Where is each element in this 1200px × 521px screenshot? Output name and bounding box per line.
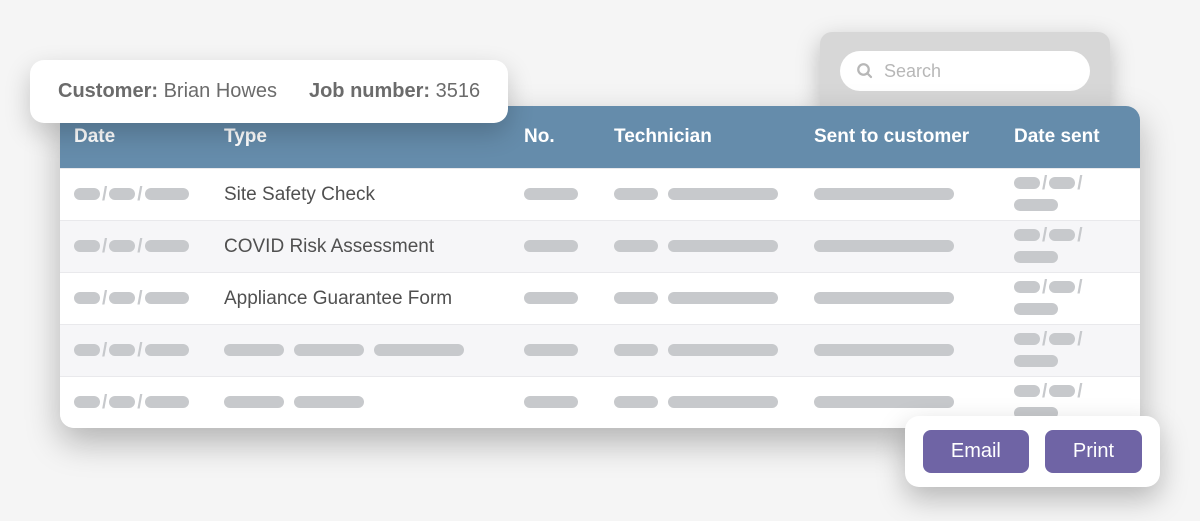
cell-date: // xyxy=(60,288,210,310)
job-number-field: Job number: 3516 xyxy=(309,80,480,103)
actions-panel: Email Print xyxy=(905,416,1160,487)
print-button[interactable]: Print xyxy=(1045,430,1142,473)
cell-sent-to-customer xyxy=(800,340,1000,362)
table-body: //Site Safety Check////COVID Risk Assess… xyxy=(60,168,1140,428)
cell-no xyxy=(510,288,600,310)
cell-no xyxy=(510,392,600,414)
table-row[interactable]: // // xyxy=(60,324,1140,376)
job-number-label: Job number: xyxy=(309,80,430,102)
search-panel xyxy=(820,32,1110,110)
cell-technician xyxy=(600,288,800,310)
cell-date: // xyxy=(60,184,210,206)
cell-sent-to-customer xyxy=(800,392,1000,414)
search-field-wrapper[interactable] xyxy=(840,51,1090,91)
cell-technician xyxy=(600,392,800,414)
cell-technician xyxy=(600,184,800,206)
cell-date: // xyxy=(60,236,210,258)
table-row[interactable]: //COVID Risk Assessment// xyxy=(60,220,1140,272)
col-technician[interactable]: Technician xyxy=(600,126,800,148)
cell-date: // xyxy=(60,340,210,362)
cell-type: Site Safety Check xyxy=(210,184,510,206)
customer-field: Customer: Brian Howes xyxy=(58,80,277,103)
customer-value: Brian Howes xyxy=(164,80,277,102)
cell-technician xyxy=(600,340,800,362)
email-button[interactable]: Email xyxy=(923,430,1029,473)
cell-date-sent: // xyxy=(1000,329,1140,373)
table-row[interactable]: //Site Safety Check// xyxy=(60,168,1140,220)
customer-job-info: Customer: Brian Howes Job number: 3516 xyxy=(30,60,508,123)
cell-type xyxy=(210,340,510,362)
cell-type: Appliance Guarantee Form xyxy=(210,288,510,310)
col-type[interactable]: Type xyxy=(210,126,510,148)
cell-technician xyxy=(600,236,800,258)
table-row[interactable]: //Appliance Guarantee Form// xyxy=(60,272,1140,324)
cell-date-sent: // xyxy=(1000,277,1140,321)
job-number-value: 3516 xyxy=(436,80,481,102)
cell-no xyxy=(510,236,600,258)
col-no[interactable]: No. xyxy=(510,126,600,148)
cell-sent-to-customer xyxy=(800,236,1000,258)
forms-table: Date Type No. Technician Sent to custome… xyxy=(60,106,1140,428)
cell-date: // xyxy=(60,392,210,414)
cell-type xyxy=(210,392,510,414)
col-date[interactable]: Date xyxy=(60,126,210,148)
cell-sent-to-customer xyxy=(800,184,1000,206)
cell-date-sent: // xyxy=(1000,225,1140,269)
cell-no xyxy=(510,184,600,206)
cell-type: COVID Risk Assessment xyxy=(210,236,510,258)
cell-no xyxy=(510,340,600,362)
col-date-sent[interactable]: Date sent xyxy=(1000,126,1140,148)
col-sent-to-customer[interactable]: Sent to customer xyxy=(800,126,1000,148)
cell-date-sent: // xyxy=(1000,173,1140,217)
search-icon xyxy=(856,62,874,80)
cell-sent-to-customer xyxy=(800,288,1000,310)
customer-label: Customer: xyxy=(58,80,158,102)
search-input[interactable] xyxy=(884,61,1074,82)
